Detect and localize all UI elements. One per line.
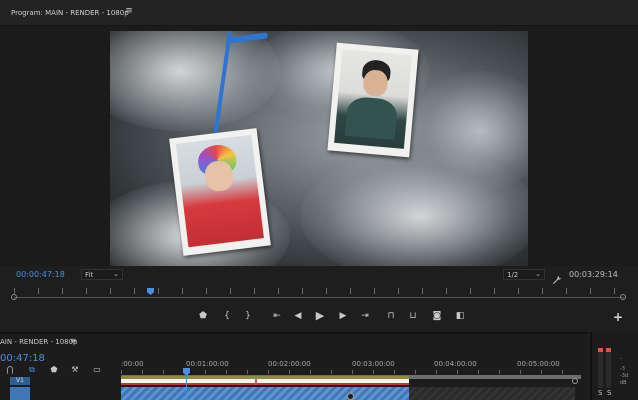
ruler-label: 00:02:00:00: [268, 360, 311, 368]
track-header-v1[interactable]: [10, 387, 30, 400]
linked-selection-icon[interactable]: ⧉: [27, 365, 37, 375]
chevron-down-icon: ⌄: [535, 270, 541, 278]
zoom-level-value: Fit: [85, 271, 94, 279]
meter-scale-label: -3: [620, 366, 625, 372]
horizontal-scroll-handle[interactable]: [347, 393, 354, 400]
playback-resolution-value: 1/2: [507, 271, 519, 279]
audio-peak-left: [598, 348, 603, 352]
play-icon[interactable]: ▶: [313, 309, 327, 323]
timeline-settings-wrench-icon[interactable]: ⚒: [70, 365, 80, 375]
polaroid-photo-left: [169, 128, 271, 256]
wrench-icon[interactable]: [552, 270, 562, 284]
meter-scale-label: dB: [620, 380, 627, 386]
mark-in-icon[interactable]: {: [220, 309, 234, 323]
playback-resolution-select[interactable]: 1/2 ⌄: [503, 269, 545, 280]
polaroid-photo-right: [327, 42, 419, 158]
render-status-bar: [121, 379, 409, 385]
ruler-label: :00:00: [121, 360, 144, 368]
ruler-label: 00:05:00:00: [517, 360, 560, 368]
step-back-icon[interactable]: ◀︎: [291, 309, 305, 323]
audio-meter-left: [598, 348, 603, 388]
portrait-figure-shape: [362, 69, 389, 98]
chevron-down-icon: ⌄: [113, 270, 119, 278]
step-forward-icon[interactable]: ▶︎: [336, 309, 350, 323]
export-frame-icon[interactable]: ◙: [430, 309, 444, 323]
plus-icon[interactable]: +: [612, 311, 624, 323]
timeline-sequence-tab[interactable]: AIN - RENDER - 1080p: [0, 338, 78, 346]
current-timecode[interactable]: 00:00:47:18: [16, 270, 65, 279]
captions-icon[interactable]: ▭: [92, 365, 102, 375]
duration-timecode: 00:03:29:14: [569, 270, 618, 279]
zoom-scroll-handle[interactable]: [572, 378, 578, 384]
mark-out-icon[interactable]: }: [241, 309, 255, 323]
panel-menu-icon[interactable]: ≡: [70, 336, 77, 345]
comparison-view-icon[interactable]: ◧: [453, 309, 467, 323]
meter-scale-label: -3d: [620, 373, 629, 379]
program-video-frame[interactable]: [110, 31, 528, 266]
zoom-level-select[interactable]: Fit ⌄: [81, 269, 123, 280]
lift-icon[interactable]: ⊓: [384, 309, 398, 323]
empty-track-area[interactable]: [409, 387, 575, 400]
program-monitor-title[interactable]: Program: MAIN - RENDER - 1080p: [11, 9, 129, 17]
scrub-ruler-ticks: [14, 288, 624, 294]
marker-icon[interactable]: ⬟: [196, 309, 210, 323]
solo-left-button[interactable]: S: [598, 389, 602, 397]
timeline-timecode[interactable]: 00:47:18: [0, 353, 45, 364]
extract-icon[interactable]: ⊔: [406, 309, 420, 323]
portrait-figure-shape: [344, 95, 399, 141]
audio-meter-right: [606, 348, 611, 388]
ruler-label: 00:04:00:00: [434, 360, 477, 368]
timeline-playhead-line: [186, 375, 187, 400]
solo-right-button[interactable]: S: [607, 389, 611, 397]
add-marker-icon[interactable]: ⬟: [49, 365, 59, 375]
ruler-label: 00:01:00:00: [186, 360, 229, 368]
video-clip[interactable]: [121, 387, 409, 400]
scrub-end-handle[interactable]: [620, 294, 626, 300]
track-target-v1[interactable]: V1: [10, 377, 30, 385]
program-scrub-bar[interactable]: [14, 297, 624, 298]
program-monitor-header: Program: MAIN - RENDER - 1080p ≡: [0, 0, 638, 26]
panel-menu-icon[interactable]: ≡: [124, 6, 134, 16]
audio-peak-right: [606, 348, 611, 352]
snap-icon[interactable]: ⋂: [5, 365, 15, 375]
meter-scale-label: -: [620, 356, 622, 362]
go-to-out-icon[interactable]: ⇥: [358, 309, 372, 323]
ruler-label: 00:03:00:00: [352, 360, 395, 368]
scrub-start-handle[interactable]: [11, 294, 17, 300]
go-to-in-icon[interactable]: ⇤: [270, 309, 284, 323]
